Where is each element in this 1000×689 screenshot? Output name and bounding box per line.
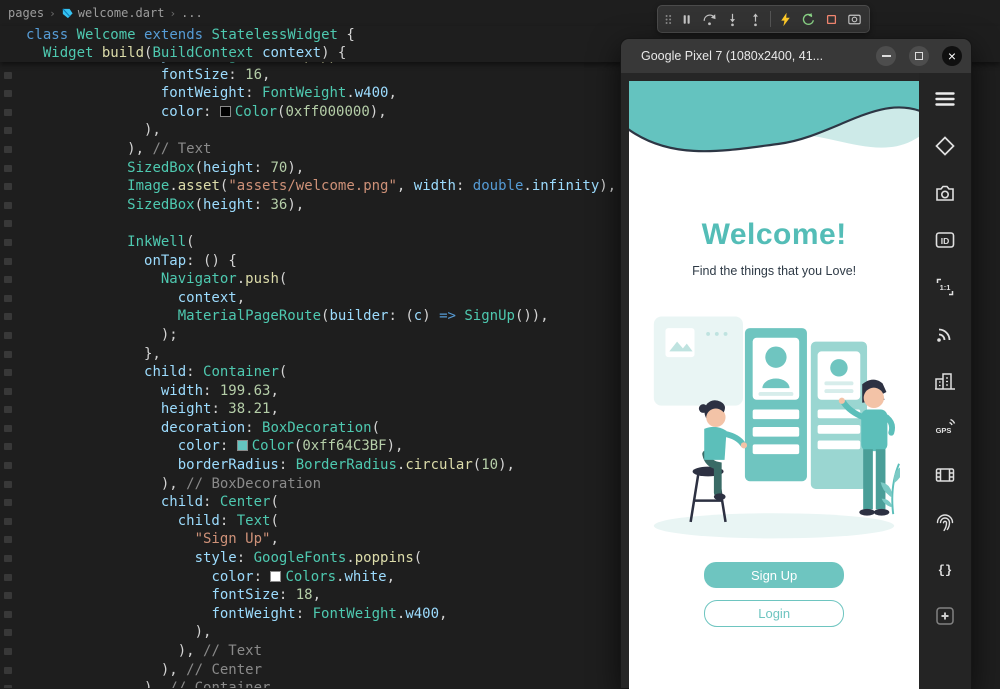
breadcrumb-item[interactable]: ... (181, 6, 203, 20)
wave-header-graphic (629, 81, 919, 176)
device-id-icon[interactable]: ID (933, 228, 957, 252)
debug-toolbar (657, 5, 870, 33)
close-button[interactable]: × (942, 46, 962, 66)
gps-icon[interactable]: GPS (933, 416, 957, 440)
svg-text:{}: {} (938, 564, 952, 578)
color-swatch (270, 571, 281, 582)
svg-text:GPS: GPS (936, 426, 952, 435)
minimize-icon (882, 55, 891, 57)
app-title: Welcome! (702, 218, 847, 252)
emulator-window: Google Pixel 7 (1080x2400, 41... × Welco… (620, 38, 972, 688)
rotate-icon[interactable] (933, 134, 957, 158)
gripper-icon[interactable] (661, 8, 675, 31)
video-icon[interactable] (933, 463, 957, 487)
capture-icon[interactable] (933, 181, 957, 205)
maximize-button[interactable] (909, 46, 929, 66)
fingerprint-icon[interactable] (933, 510, 957, 534)
emulator-side-toolbar: ID 1:1 GPS {} (919, 73, 971, 689)
breadcrumb-item[interactable]: welcome.dart (61, 6, 165, 20)
svg-text:1:1: 1:1 (940, 283, 951, 292)
stop-icon[interactable] (820, 8, 843, 31)
hot-restart-icon[interactable] (797, 8, 820, 31)
emulator-titlebar[interactable]: Google Pixel 7 (1080x2400, 41... × (621, 39, 971, 73)
hot-reload-icon[interactable] (774, 8, 797, 31)
minimize-button[interactable] (876, 46, 896, 66)
menu-icon[interactable] (933, 87, 957, 111)
svg-text:ID: ID (941, 236, 950, 246)
close-icon: × (948, 48, 956, 64)
code-braces-icon[interactable]: {} (933, 557, 957, 581)
toolbar-divider (770, 11, 771, 27)
network-icon[interactable] (933, 322, 957, 346)
maximize-icon (915, 52, 923, 60)
login-button[interactable]: Login (704, 600, 844, 627)
dart-icon (61, 7, 74, 20)
color-swatch (237, 440, 248, 451)
emulator-window-title: Google Pixel 7 (1080x2400, 41... (641, 49, 863, 63)
step-over-icon[interactable] (698, 8, 721, 31)
breadcrumb-item[interactable]: pages (8, 6, 44, 20)
color-swatch (220, 106, 231, 117)
city-icon[interactable] (933, 369, 957, 393)
breadcrumb-separator: › (49, 7, 56, 20)
welcome-illustration (648, 308, 900, 542)
signup-button[interactable]: Sign Up (704, 562, 844, 588)
add-icon[interactable] (933, 604, 957, 628)
phone-screen: Welcome! Find the things that you Love! (629, 81, 919, 689)
step-out-icon[interactable] (744, 8, 767, 31)
pause-icon[interactable] (675, 8, 698, 31)
app-subtitle: Find the things that you Love! (692, 264, 856, 278)
actual-size-icon[interactable]: 1:1 (933, 275, 957, 299)
step-into-icon[interactable] (721, 8, 744, 31)
breadcrumb-separator: › (169, 7, 176, 20)
screenshot-icon[interactable] (843, 8, 866, 31)
